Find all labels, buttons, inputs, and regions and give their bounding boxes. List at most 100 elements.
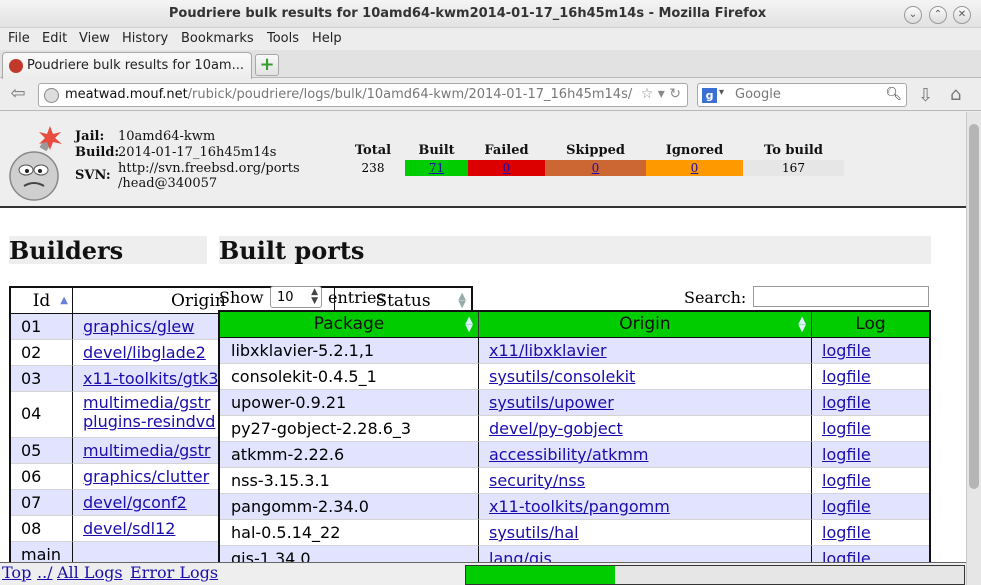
url-bar[interactable]: meatwad.mouf.net/rubick/poudriere/logs/b…: [38, 83, 688, 107]
builder-origin: graphics/clutter: [73, 464, 223, 490]
dropdown-icon[interactable]: ▾: [658, 86, 665, 102]
port-log: logfile: [812, 416, 929, 442]
menu-edit[interactable]: Edit: [42, 31, 67, 46]
stat-skipped-cell: 0: [545, 160, 646, 176]
built-ports-heading: Built ports: [219, 236, 931, 265]
builder-origin: devel/libglade2: [73, 340, 223, 366]
stat-ignored-cell: 0: [646, 160, 743, 176]
builder-origin-link[interactable]: multimedia/gstr: [83, 393, 210, 412]
search-engine-dropdown-icon[interactable]: ▾: [719, 87, 724, 98]
minimize-button[interactable]: ⌄: [904, 6, 922, 24]
menu-tools[interactable]: Tools: [267, 31, 299, 46]
port-origin-link[interactable]: security/nss: [489, 471, 585, 490]
close-button[interactable]: ✕: [953, 6, 971, 24]
bookmark-star-icon[interactable]: ☆: [641, 86, 654, 102]
table-search-label: Search:: [684, 288, 747, 307]
magnifier-icon[interactable]: 🔍︎: [885, 87, 902, 102]
menu-history[interactable]: History: [122, 31, 168, 46]
stat-skipped-link[interactable]: 0: [592, 161, 600, 175]
page-content: Jail: 10amd64-kwm Build: 2014-01-17_16h4…: [0, 112, 966, 562]
menu-view[interactable]: View: [79, 31, 110, 46]
link-parent[interactable]: ../: [37, 563, 53, 582]
favicon-icon: [9, 59, 23, 73]
tab-label: Poudriere bulk results for 10am...: [27, 58, 244, 73]
stat-built-link[interactable]: 71: [429, 161, 444, 175]
show-entries-label: Show: [219, 288, 264, 307]
builder-origin-link[interactable]: graphics/clutter: [83, 467, 209, 486]
build-progress-fill: [466, 566, 615, 584]
build-label: Build:: [75, 145, 120, 160]
port-origin-link[interactable]: sysutils/upower: [489, 393, 614, 412]
page-length-select[interactable]: 10 ▲ ▼: [270, 286, 322, 308]
reload-icon[interactable]: ↻: [669, 86, 681, 102]
port-origin-link[interactable]: sysutils/consolekit: [489, 367, 635, 386]
google-icon[interactable]: g: [702, 88, 717, 103]
col-origin-label: Origin: [619, 314, 671, 334]
sort-asc-icon: ▲: [60, 295, 68, 306]
download-icon[interactable]: ⇩: [918, 85, 933, 106]
window-title: Poudriere bulk results for 10amd64-kwm20…: [168, 6, 767, 21]
vertical-scrollbar[interactable]: [966, 112, 981, 585]
port-logfile-link[interactable]: logfile: [822, 497, 871, 516]
stat-ignored-link[interactable]: 0: [691, 161, 699, 175]
page-header: Jail: 10amd64-kwm Build: 2014-01-17_16h4…: [0, 112, 966, 208]
link-top[interactable]: Top: [2, 563, 31, 582]
port-origin: x11-toolkits/pangomm: [479, 494, 812, 520]
port-logfile-link[interactable]: logfile: [822, 419, 871, 438]
menu-help[interactable]: Help: [312, 31, 342, 46]
col-log[interactable]: Log: [812, 312, 929, 337]
port-log: logfile: [812, 520, 929, 546]
search-bar[interactable]: g ▾ Google 🔍︎: [697, 83, 907, 107]
port-logfile-link[interactable]: logfile: [822, 471, 871, 490]
new-tab-button[interactable]: +: [255, 54, 279, 76]
stat-failed-link[interactable]: 0: [503, 161, 511, 175]
url-host: meatwad.mouf.net: [65, 87, 188, 102]
port-logfile-link[interactable]: logfile: [822, 445, 871, 464]
col-origin[interactable]: Origin ▲ ▼: [479, 312, 812, 337]
builder-origin-link[interactable]: devel/sdl12: [83, 519, 175, 538]
builder-origin-link-cont[interactable]: plugins-resindvd: [83, 412, 215, 431]
port-logfile-link[interactable]: logfile: [822, 393, 871, 412]
back-arrow-icon[interactable]: ⇦: [4, 83, 32, 107]
stat-tobuild-value: 167: [743, 160, 844, 176]
port-origin-link[interactable]: x11-toolkits/pangomm: [489, 497, 670, 516]
maximize-button[interactable]: ⌃: [929, 6, 947, 24]
port-logfile-link[interactable]: logfile: [822, 549, 871, 562]
builder-origin-link[interactable]: graphics/glew: [83, 317, 194, 336]
port-package: atkmm-2.22.6: [220, 442, 479, 468]
col-package[interactable]: Package ▲ ▼: [220, 312, 479, 337]
port-logfile-link[interactable]: logfile: [822, 367, 871, 386]
builder-origin: devel/sdl12: [73, 516, 223, 542]
stat-failed-label: Failed: [484, 143, 529, 158]
builder-origin-link[interactable]: devel/libglade2: [83, 343, 206, 362]
stat-ignored-label: Ignored: [665, 143, 724, 158]
port-origin-link[interactable]: devel/py-gobject: [489, 419, 623, 438]
port-logfile-link[interactable]: logfile: [822, 341, 871, 360]
sort-both-icon: ▲ ▼: [798, 315, 806, 334]
entries-label: entries: [328, 288, 385, 307]
link-error-logs[interactable]: Error Logs: [130, 563, 218, 582]
tab-poudriere[interactable]: Poudriere bulk results for 10am...: [2, 52, 252, 79]
scrollbar-thumb[interactable]: [969, 124, 979, 489]
builder-id: 03: [11, 366, 73, 392]
builders-col-id[interactable]: Id ▲: [11, 288, 73, 314]
menu-file[interactable]: File: [8, 31, 30, 46]
menu-bookmarks[interactable]: Bookmarks: [181, 31, 254, 46]
port-origin-link[interactable]: lang/gjs: [489, 549, 552, 562]
builder-origin-link[interactable]: x11-toolkits/gtk3: [83, 369, 218, 388]
home-icon[interactable]: ⌂: [950, 84, 961, 105]
port-origin: sysutils/hal: [479, 520, 812, 546]
link-all-logs[interactable]: All Logs: [57, 563, 123, 582]
port-origin-link[interactable]: accessibility/atkmm: [489, 445, 649, 464]
port-origin-link[interactable]: x11/libxklavier: [489, 341, 607, 360]
window-titlebar: Poudriere bulk results for 10amd64-kwm20…: [0, 0, 981, 28]
port-origin-link[interactable]: sysutils/hal: [489, 523, 579, 542]
builder-origin-link[interactable]: devel/gconf2: [83, 493, 187, 512]
svn-value-line2: /head@340057: [118, 176, 218, 191]
jail-label: Jail:: [75, 129, 105, 144]
table-search-input[interactable]: [753, 286, 929, 307]
builder-origin-link[interactable]: multimedia/gstr: [83, 441, 210, 460]
port-logfile-link[interactable]: logfile: [822, 523, 871, 542]
port-package: nss-3.15.3.1: [220, 468, 479, 494]
builder-id: 08: [11, 516, 73, 542]
